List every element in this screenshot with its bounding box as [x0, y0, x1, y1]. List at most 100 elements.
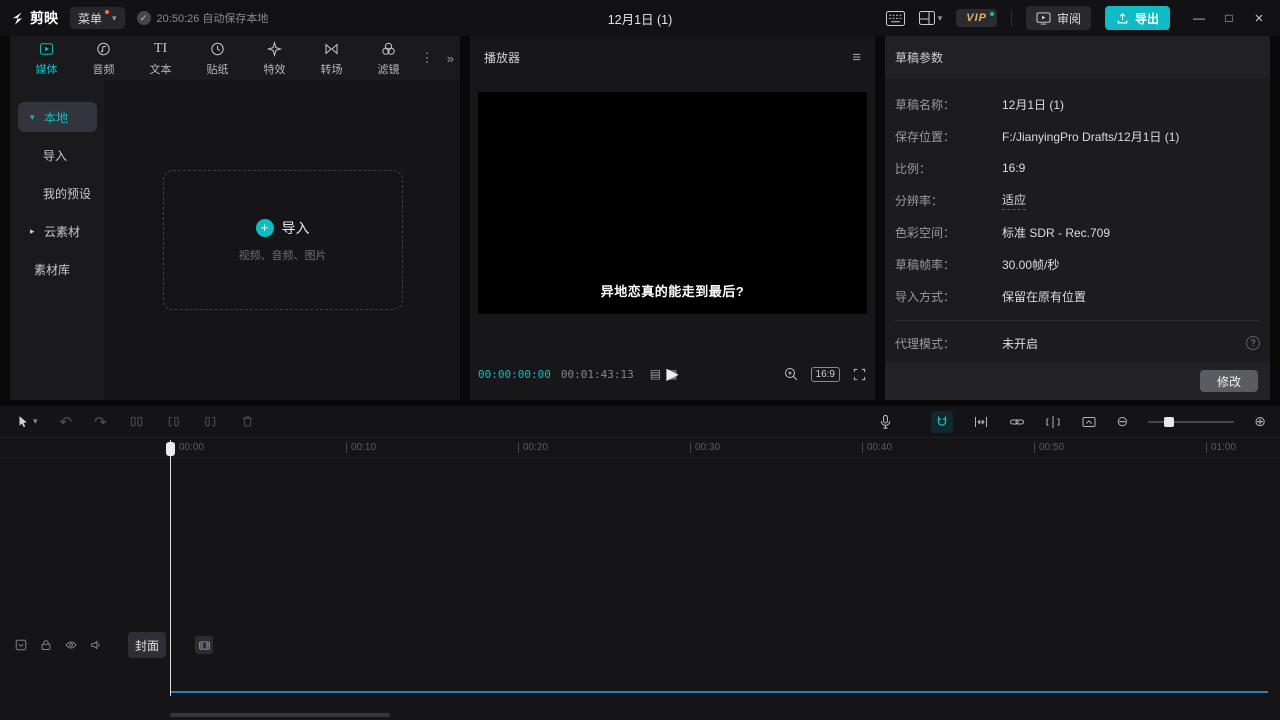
zoom-slider-track[interactable] [1148, 421, 1234, 423]
params-divider [895, 320, 1260, 321]
tab-text[interactable]: TI 文本 [132, 40, 189, 77]
adapt-view-icon[interactable] [1081, 414, 1097, 430]
app-name: 剪映 [30, 8, 58, 28]
aspect-ratio-button[interactable]: 16:9 [811, 367, 840, 382]
play-button[interactable]: ▶ [666, 364, 678, 384]
param-value-resolution[interactable]: 适应 [1002, 191, 1026, 210]
sidebar-item-local[interactable]: ▾ 本地 [18, 102, 97, 132]
linkage-icon[interactable] [1009, 414, 1025, 430]
sidebar-item-library[interactable]: 素材库 [18, 254, 97, 284]
review-label: 审阅 [1057, 10, 1081, 27]
more-tabs-icon[interactable]: ⋮ [419, 50, 435, 66]
hide-track-icon[interactable] [64, 638, 78, 652]
zoom-in-icon[interactable]: ⊕ [1254, 413, 1266, 430]
help-icon[interactable]: ? [1246, 336, 1260, 350]
chevron-down-icon: ▾ [938, 13, 943, 24]
close-button[interactable]: × [1244, 0, 1274, 36]
modify-button[interactable]: 修改 [1200, 370, 1258, 392]
vip-badge[interactable]: VIP [956, 9, 997, 27]
timeline-zoom-slider[interactable] [1148, 416, 1234, 428]
tab-audio[interactable]: 音频 [75, 40, 132, 77]
sidebar-item-import[interactable]: 导入 [18, 140, 97, 170]
chevron-down-icon: ▾ [30, 112, 39, 123]
media-panel: 媒体 音频 TI 文本 贴纸 特效 转场 [10, 36, 460, 400]
tab-sticker[interactable]: 贴纸 [189, 40, 246, 77]
track-controls [14, 638, 103, 652]
record-audio-icon[interactable] [878, 414, 893, 430]
delete-icon[interactable] [240, 414, 255, 429]
zoom-slider-thumb[interactable] [1164, 417, 1174, 427]
param-row-location: 保存位置： F:/JianyingPro Drafts/12月1日 (1) [895, 120, 1260, 152]
tab-label: 特效 [264, 61, 286, 77]
cover-label: 封面 [135, 637, 159, 654]
timeline-scrollbar[interactable] [170, 713, 390, 717]
export-button[interactable]: 导出 [1105, 6, 1170, 30]
import-dropzone[interactable]: + 导入 视频、音频、图片 [163, 170, 403, 310]
param-label: 草稿名称： [895, 96, 1002, 113]
preview-zoom-icon[interactable] [783, 366, 799, 382]
tab-label: 媒体 [36, 61, 58, 77]
review-button[interactable]: 审阅 [1026, 6, 1091, 30]
import-subtitle: 视频、音频、图片 [239, 247, 327, 263]
params-footer: 修改 [885, 362, 1270, 400]
mute-track-icon[interactable] [89, 638, 103, 652]
cover-button[interactable]: 封面 [128, 632, 166, 658]
tab-filter[interactable]: 滤镜 [360, 40, 417, 77]
preview-axis-icon[interactable] [1045, 414, 1061, 430]
trim-left-icon[interactable] [166, 414, 181, 429]
list-view-icon[interactable]: ▤ [650, 368, 661, 380]
filter-icon [380, 40, 397, 58]
layout-switcher-button[interactable]: ▾ [919, 0, 943, 36]
video-clip-thumbnail[interactable] [195, 636, 213, 654]
split-icon[interactable] [129, 414, 144, 429]
undo-icon[interactable]: ↶ [60, 413, 73, 431]
param-value: 标准 SDR - Rec.709 [1002, 224, 1110, 241]
auto-snap-icon[interactable] [973, 414, 989, 430]
menu-button[interactable]: 菜单 ▾ [70, 7, 125, 29]
sidebar-item-label: 我的预设 [43, 185, 91, 202]
layout-grid-icon [919, 11, 935, 25]
player-controls: 00:00:00:00 00:01:43:13 ▤ ▦ ▶ 16:9 [478, 360, 867, 388]
player-menu-icon[interactable]: ≡ [852, 49, 861, 66]
param-row-proxy: 代理模式： 未开启 ? [895, 327, 1260, 359]
trim-right-icon[interactable] [203, 414, 218, 429]
tab-label: 贴纸 [207, 61, 229, 77]
expand-panel-icon[interactable]: » [447, 51, 454, 66]
tab-effects[interactable]: 特效 [246, 40, 303, 77]
param-value: 16:9 [1002, 161, 1025, 175]
main-track-line [170, 691, 1268, 693]
ruler-tick: 00:30 [690, 442, 720, 453]
param-row-import-mode: 导入方式： 保留在原有位置 [895, 280, 1260, 312]
lock-track-icon[interactable] [39, 638, 53, 652]
review-icon [1036, 12, 1051, 25]
sidebar-item-cloud[interactable]: ▸ 云素材 [18, 216, 97, 246]
select-tool-button[interactable]: ▾ [16, 414, 38, 429]
tab-transition[interactable]: 转场 [303, 40, 360, 77]
param-label: 色彩空间： [895, 224, 1002, 241]
param-row-framerate: 草稿帧率： 30.00帧/秒 [895, 248, 1260, 280]
main-track-magnet-icon[interactable] [931, 411, 953, 433]
titlebar-divider [1011, 10, 1012, 26]
timeline-ruler[interactable]: 00:00 00:10 00:20 00:30 00:40 00:50 01:0… [0, 438, 1280, 458]
param-value: F:/JianyingPro Drafts/12月1日 (1) [1002, 128, 1179, 145]
text-icon: TI [154, 40, 167, 58]
sidebar-item-presets[interactable]: 我的预设 [18, 178, 97, 208]
minimize-button[interactable]: — [1184, 0, 1214, 36]
playhead-handle[interactable] [166, 442, 175, 456]
ruler-tick: 00:50 [1034, 442, 1064, 453]
ruler-tick: 00:10 [346, 442, 376, 453]
ruler-tick: 00:40 [862, 442, 892, 453]
param-value-proxy: 未开启 [1002, 335, 1038, 352]
keyboard-shortcuts-icon[interactable] [886, 0, 905, 36]
window-controls: — □ × [1184, 0, 1274, 36]
cursor-icon [16, 414, 30, 429]
tab-media[interactable]: 媒体 [18, 40, 75, 77]
draft-params-panel: 草稿参数 草稿名称： 12月1日 (1) 保存位置： F:/JianyingPr… [885, 36, 1270, 400]
maximize-button[interactable]: □ [1214, 0, 1244, 36]
fullscreen-icon[interactable] [852, 367, 867, 382]
titlebar: 剪映 菜单 ▾ ✓ 20:50:26 自动保存本地 12月1日 (1) ▾ VI… [0, 0, 1280, 36]
zoom-out-icon[interactable]: ⊖ [1117, 413, 1129, 430]
collapse-track-icon[interactable] [14, 638, 28, 652]
vip-label: VIP [966, 12, 987, 24]
redo-icon[interactable]: ↷ [94, 413, 107, 431]
